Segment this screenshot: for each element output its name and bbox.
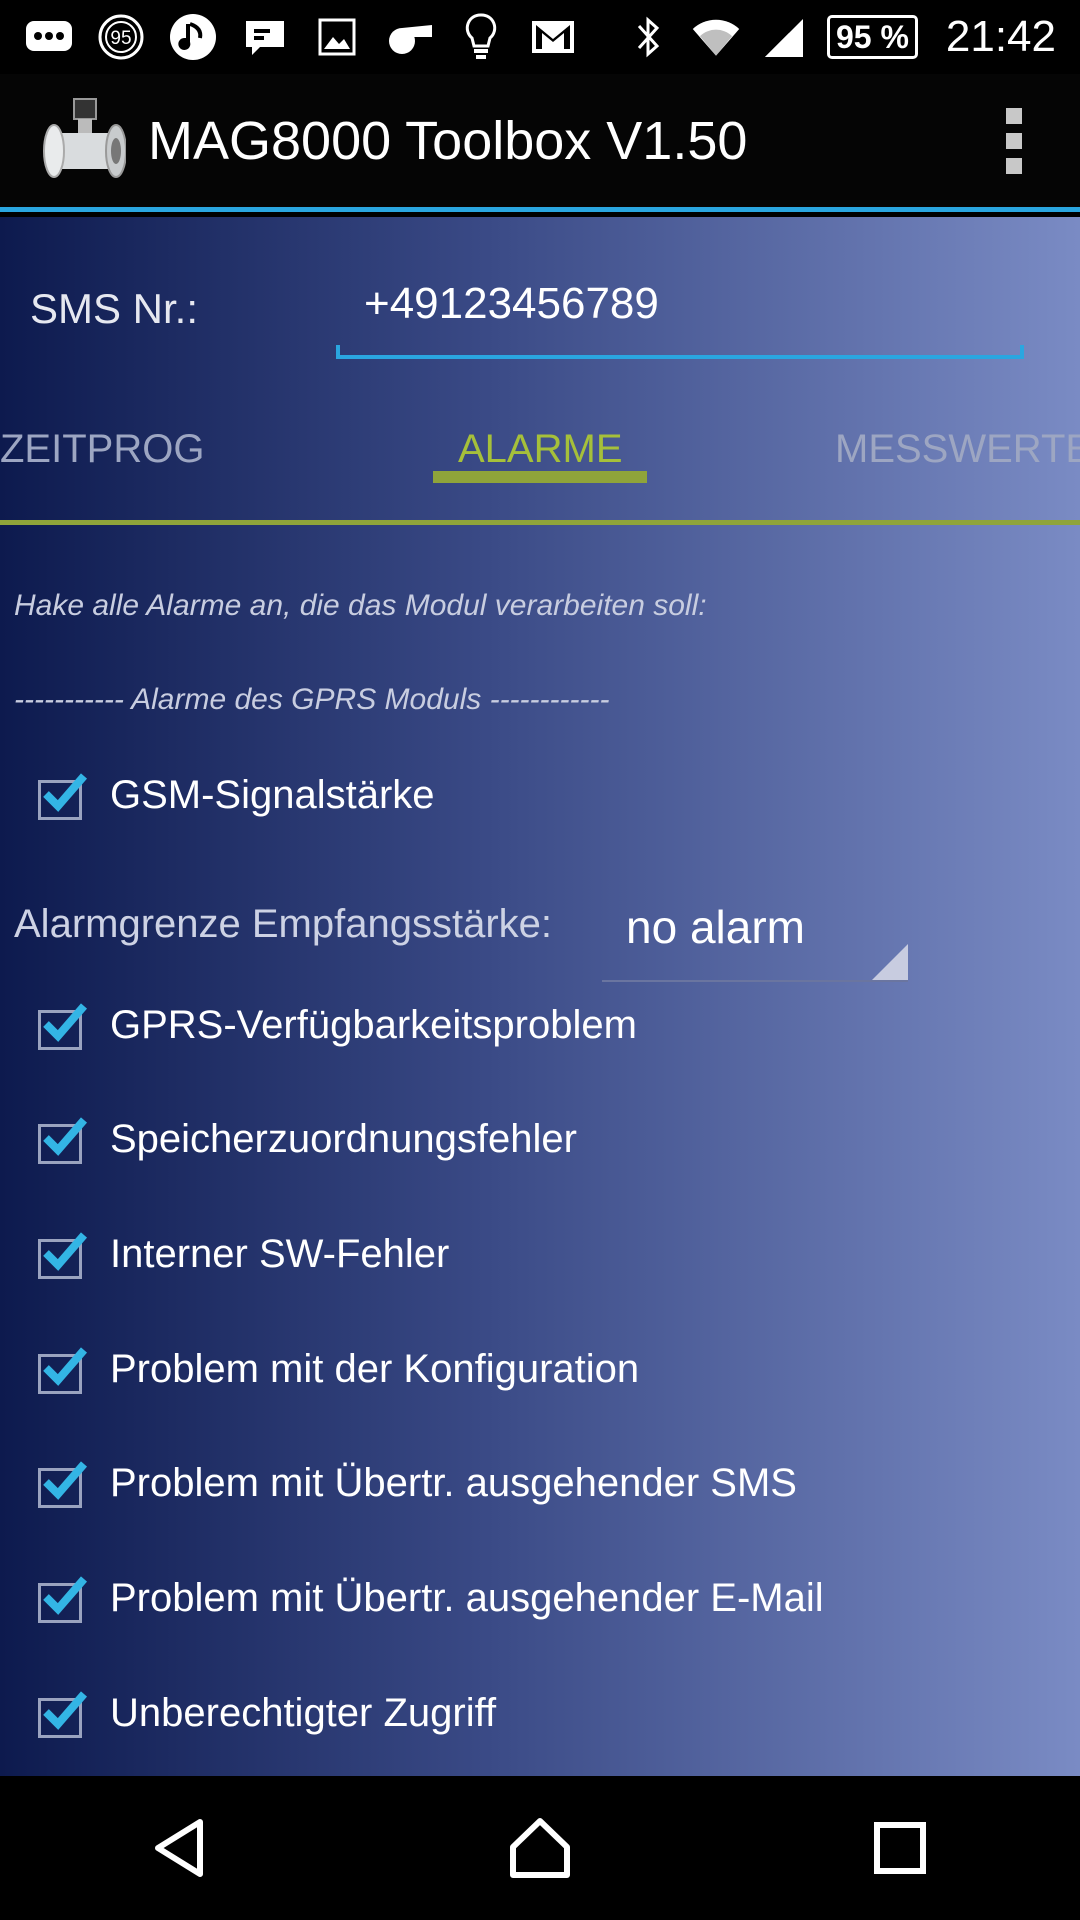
checkbox-checked-icon[interactable] bbox=[36, 1000, 88, 1050]
signal-limit-row: Alarmgrenze Empfangsstärke: no alarm bbox=[14, 872, 1074, 982]
battery-percent: 95 % bbox=[835, 18, 909, 55]
flowmeter-logo-icon bbox=[42, 93, 127, 189]
music-note-icon bbox=[168, 12, 218, 62]
alarm-checkbox-email-transmission[interactable]: Problem mit Übertr. ausgehender E-Mail bbox=[36, 1563, 1036, 1633]
system-navigation-bar bbox=[0, 1776, 1080, 1920]
tab-strip: ZEITPROG ALARME MESSWERTE bbox=[0, 367, 1080, 525]
checkbox-checked-icon[interactable] bbox=[36, 770, 88, 820]
bluetooth-icon bbox=[623, 12, 673, 62]
alarm-label: Problem mit Übertr. ausgehender SMS bbox=[110, 1460, 797, 1505]
alarm-checkbox-unauthorized-access[interactable]: Unberechtigter Zugriff bbox=[36, 1678, 1036, 1748]
dropdown-arrow-icon bbox=[872, 944, 908, 980]
alarm-label: Problem mit der Konfiguration bbox=[110, 1346, 640, 1391]
active-tab-indicator bbox=[433, 471, 647, 483]
clock: 21:42 bbox=[945, 12, 1056, 61]
system-status-icons: 95 % 21:42 bbox=[623, 12, 1056, 62]
tab-alarme[interactable]: ALARME bbox=[458, 427, 623, 472]
sms-number-label: SMS Nr.: bbox=[30, 285, 199, 332]
checkbox-checked-icon[interactable] bbox=[36, 1573, 88, 1623]
alarm-label: Speicherzuordnungsfehler bbox=[110, 1116, 577, 1161]
checkbox-checked-icon[interactable] bbox=[36, 1688, 88, 1738]
wifi-icon bbox=[691, 12, 741, 62]
alarm-label: Unberechtigter Zugriff bbox=[110, 1690, 497, 1735]
app-title: MAG8000 Toolbox V1.50 bbox=[148, 110, 748, 171]
picture-icon bbox=[312, 12, 362, 62]
back-icon[interactable] bbox=[135, 1803, 225, 1893]
signal-limit-value: no alarm bbox=[626, 901, 805, 953]
svg-text:95: 95 bbox=[110, 28, 131, 49]
message-icon bbox=[240, 12, 290, 62]
chat-bubble-icon bbox=[24, 12, 74, 62]
signal-limit-label: Alarmgrenze Empfangsstärke: bbox=[14, 902, 553, 946]
alarm-checkbox-config-problem[interactable]: Problem mit der Konfiguration bbox=[36, 1334, 1036, 1404]
checkbox-checked-icon[interactable] bbox=[36, 1458, 88, 1508]
section-header: ----------- Alarme des GPRS Moduls -----… bbox=[14, 683, 610, 716]
home-icon[interactable] bbox=[495, 1803, 585, 1893]
whistle-icon bbox=[384, 12, 434, 62]
alarm-checkbox-internal-sw-error[interactable]: Interner SW-Fehler bbox=[36, 1219, 1036, 1289]
status-bar: 95 95 % 21:42 bbox=[0, 0, 1080, 74]
lightbulb-icon bbox=[456, 12, 506, 62]
alarm-label: Problem mit Übertr. ausgehender E-Mail bbox=[110, 1575, 824, 1620]
signal-limit-dropdown[interactable]: no alarm bbox=[602, 882, 908, 982]
alarm-checkbox-sms-transmission[interactable]: Problem mit Übertr. ausgehender SMS bbox=[36, 1448, 1036, 1518]
gmail-icon bbox=[528, 12, 578, 62]
instruction-text: Hake alle Alarme an, die das Modul verar… bbox=[14, 589, 707, 622]
alarm-settings-panel: SMS Nr.: +49123456789 ZEITPROG ALARME ME… bbox=[0, 217, 1080, 1776]
sms-number-value: +49123456789 bbox=[364, 279, 659, 328]
tab-zeitprog[interactable]: ZEITPROG bbox=[0, 427, 204, 472]
badge-95-icon: 95 bbox=[96, 12, 146, 62]
tab-messwerte[interactable]: MESSWERTE bbox=[835, 427, 1080, 472]
checkbox-checked-icon[interactable] bbox=[36, 1114, 88, 1164]
alarm-label: GSM-Signalstärke bbox=[110, 772, 435, 817]
app-bar: MAG8000 Toolbox V1.50 bbox=[0, 74, 1080, 212]
overflow-menu-icon[interactable] bbox=[994, 101, 1034, 181]
sms-number-row: SMS Nr.: +49123456789 bbox=[0, 217, 1080, 367]
alarm-label: GPRS-Verfügbarkeitsproblem bbox=[110, 1002, 637, 1047]
recents-icon[interactable] bbox=[855, 1803, 945, 1893]
checkbox-checked-icon[interactable] bbox=[36, 1229, 88, 1279]
cell-signal-icon bbox=[759, 12, 809, 62]
alarm-checkbox-gprs-availability[interactable]: GPRS-Verfügbarkeitsproblem bbox=[36, 990, 1036, 1060]
alarm-label: Interner SW-Fehler bbox=[110, 1231, 450, 1276]
sms-number-input[interactable]: +49123456789 bbox=[336, 265, 1024, 359]
battery-icon: 95 % bbox=[826, 15, 918, 59]
alarm-checkbox-memory-allocation[interactable]: Speicherzuordnungsfehler bbox=[36, 1104, 1036, 1174]
notification-icons: 95 bbox=[24, 12, 623, 62]
alarm-checkbox-gsm-signal[interactable]: GSM-Signalstärke bbox=[36, 760, 1036, 830]
checkbox-checked-icon[interactable] bbox=[36, 1344, 88, 1394]
